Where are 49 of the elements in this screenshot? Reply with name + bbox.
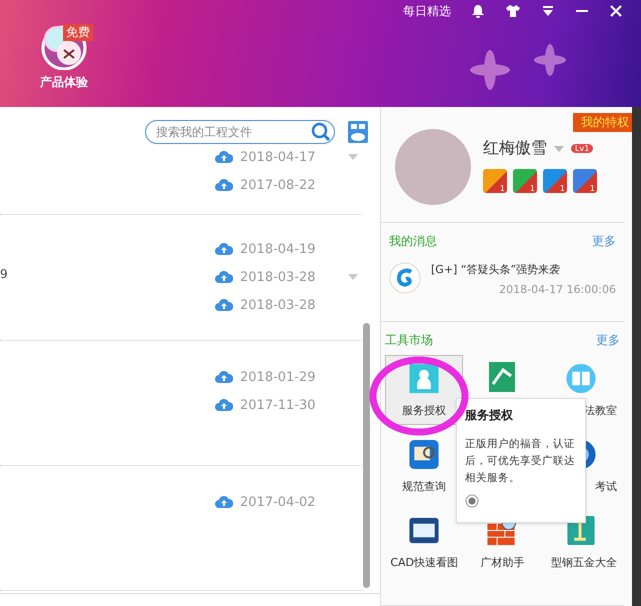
section-title: 工具市场 <box>385 332 433 349</box>
upload-date: 2018-04-17 <box>240 150 316 164</box>
cloud-upload-icon[interactable] <box>215 298 233 312</box>
upload-date: 2017-04-02 <box>240 494 316 510</box>
cloud-upload-icon[interactable] <box>215 242 233 256</box>
product-trial-link[interactable]: 产品体验 <box>40 74 88 91</box>
cloud-upload-icon[interactable] <box>215 370 233 384</box>
section-title: 我的消息 <box>389 233 437 250</box>
upload-date: 2018-04-19 <box>240 242 316 256</box>
cloud-upload-icon[interactable] <box>215 495 233 509</box>
search-icon[interactable] <box>311 122 331 142</box>
upload-date: 2018-03-28 <box>240 270 316 284</box>
message-item[interactable]: [G+] “答疑头条”强势来袭 2018-04-17 16:00:06 <box>389 250 616 296</box>
tool-icon <box>564 362 598 395</box>
achievement-badge[interactable]: 1 <box>543 169 567 193</box>
achievement-badge[interactable]: 1 <box>483 169 507 193</box>
level-badge: Lv1 <box>571 144 594 153</box>
message-title: [G+] “答疑头条”强势来袭 <box>431 262 562 277</box>
bell-icon[interactable] <box>471 4 485 18</box>
caret-icon[interactable] <box>554 146 564 152</box>
file-name-text: 9 <box>0 267 8 281</box>
daily-pick-link[interactable]: 每日精选 <box>403 2 451 20</box>
achievement-badge[interactable]: 1 <box>513 169 537 193</box>
tool-icon <box>407 438 442 471</box>
tool-item[interactable]: CAD快速看图 <box>385 507 464 577</box>
close-icon[interactable] <box>609 4 623 18</box>
tooltip-title: 服务授权 <box>465 407 514 424</box>
cloud-folder-icon[interactable] <box>347 120 369 144</box>
tooltip-text: 正版用户的福音，认证后，可优先享受广联达相关服务。 <box>465 437 576 486</box>
achievement-badge[interactable]: 1 <box>573 169 597 193</box>
tool-item[interactable]: 规范查询 <box>385 431 464 501</box>
cloud-upload-icon[interactable] <box>215 398 233 412</box>
scrollbar[interactable] <box>363 323 370 588</box>
message-time: 2018-04-17 16:00:06 <box>498 283 616 296</box>
free-badge: 免费 <box>63 24 93 41</box>
cloud-upload-icon[interactable] <box>215 150 233 164</box>
dropdown-icon[interactable] <box>541 4 555 18</box>
upload-date: 2017-11-30 <box>240 398 316 412</box>
upload-date: 2017-08-22 <box>240 178 316 192</box>
cloud-upload-icon[interactable] <box>215 178 233 192</box>
user-name: 红梅傲雪 <box>483 138 547 159</box>
swirl-logo-icon <box>389 262 421 294</box>
shirt-icon[interactable] <box>505 4 521 18</box>
cloud-upload-icon[interactable] <box>215 270 233 284</box>
upload-date: 2018-01-29 <box>240 370 316 384</box>
upload-date: 2018-03-28 <box>240 298 316 312</box>
tool-icon <box>407 362 442 395</box>
radio-icon[interactable] <box>465 494 479 508</box>
search-field[interactable]: 搜索我的工程文件 <box>145 120 335 144</box>
